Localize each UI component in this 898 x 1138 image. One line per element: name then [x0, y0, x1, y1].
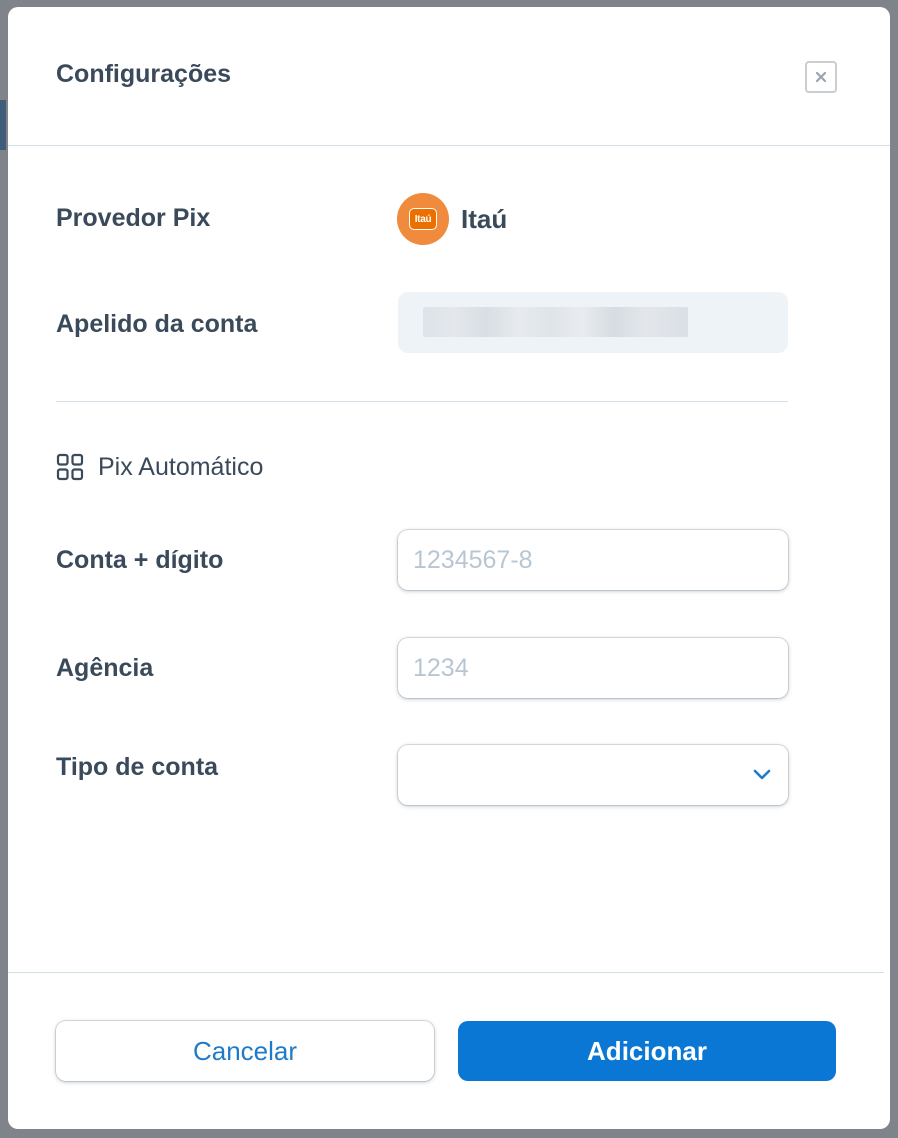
backdrop — [0, 100, 6, 150]
account-type-label: Tipo de conta — [56, 753, 219, 781]
nickname-field[interactable] — [398, 292, 788, 353]
section-divider — [56, 401, 788, 402]
nickname-label: Apelido da conta — [56, 310, 258, 338]
provider-name: Itaú — [461, 204, 508, 234]
section-header: Pix Automático — [56, 452, 263, 482]
itau-logo-icon: Itaú — [409, 208, 437, 230]
grid-icon — [56, 453, 84, 481]
provider-logo: Itaú — [397, 193, 449, 245]
redacted-nickname — [423, 307, 688, 337]
account-label: Conta + dígito — [56, 546, 224, 574]
agency-label: Agência — [56, 654, 154, 682]
provider-label: Provedor Pix — [56, 204, 211, 232]
close-button[interactable] — [805, 61, 837, 93]
dialog-header: Configurações — [8, 7, 890, 146]
chevron-down-icon — [753, 769, 771, 780]
account-input[interactable] — [398, 530, 788, 590]
account-type-select[interactable] — [398, 745, 788, 805]
footer-divider — [8, 972, 884, 973]
dialog-title: Configurações — [56, 60, 232, 88]
section-title: Pix Automático — [98, 452, 264, 481]
add-button[interactable]: Adicionar — [458, 1021, 836, 1081]
agency-input[interactable] — [398, 638, 788, 698]
settings-dialog: Configurações Provedor Pix Itaú Itaú Ape… — [8, 7, 890, 1129]
cancel-button[interactable]: Cancelar — [56, 1021, 434, 1081]
close-icon — [815, 71, 827, 83]
